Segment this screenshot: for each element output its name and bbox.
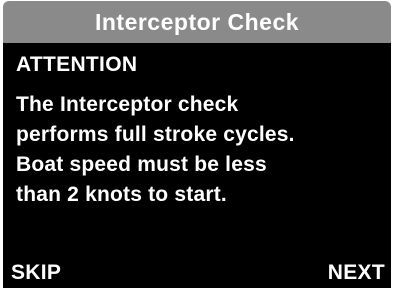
message-line: Boat speed must be less: [16, 153, 267, 176]
screen-title: Interceptor Check: [94, 8, 300, 35]
display-screen: Interceptor Check ATTENTION The Intercep…: [0, 0, 394, 288]
attention-heading: ATTENTION: [16, 53, 138, 76]
instruction-message: The Interceptor check performs full stro…: [16, 90, 386, 210]
title-bar: Interceptor Check: [3, 1, 391, 43]
next-button[interactable]: NEXT: [328, 258, 385, 288]
message-line: performs full stroke cycles.: [16, 123, 295, 146]
message-line: The Interceptor check: [16, 93, 239, 116]
message-line: than 2 knots to start.: [16, 183, 227, 206]
skip-button[interactable]: SKIP: [11, 258, 61, 288]
dialog-body: ATTENTION The Interceptor check performs…: [3, 43, 391, 288]
